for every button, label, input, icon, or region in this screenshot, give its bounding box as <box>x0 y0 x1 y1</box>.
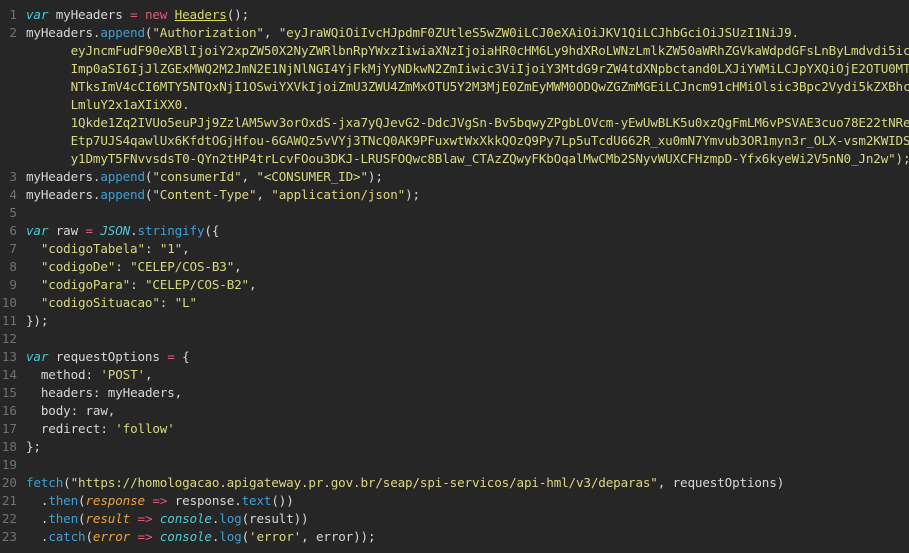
line-code: myHeaders.append("consumerId", "<CONSUME… <box>26 169 383 184</box>
line-number: 7 <box>9 241 17 256</box>
line-code: method: 'POST', <box>40 367 153 382</box>
line-code: var myHeaders = new Headers(); <box>26 7 249 22</box>
line-code: myHeaders.append("Authorization", "eyJra… <box>26 25 799 40</box>
line-code: 1Qkde1Zq2IVUo5euPJj9ZzlAM5wv3orOxdS-jxa7… <box>26 114 909 132</box>
code-line: 19 <box>0 456 909 474</box>
code-line-wrap: Etp7UJS4qawlUx6KfdtOGjHfou-6GAWQz5vVYj3T… <box>0 132 909 150</box>
code-line-wrap: y1DmyT5FNvvsdsT0-QYn2tHP4trLcvFOou3DKJ-L… <box>0 150 909 168</box>
code-line: 20 fetch("https://homologacao.apigateway… <box>0 474 909 492</box>
code-line: 10 "codigoSituacao": "L" <box>0 294 909 312</box>
code-line: 5 <box>0 204 909 222</box>
code-line: 15 headers: myHeaders, <box>0 384 909 402</box>
code-line: 22 .then(result => console.log(result)) <box>0 510 909 528</box>
line-code: "codigoDe": "CELEP/COS-B3", <box>40 259 242 274</box>
line-number: 4 <box>9 187 17 202</box>
code-line: 16 body: raw, <box>0 402 909 420</box>
line-code: }; <box>26 439 41 454</box>
code-line: 1 var myHeaders = new Headers(); <box>0 6 909 24</box>
line-number: 10 <box>1 295 17 310</box>
code-line: 17 redirect: 'follow' <box>0 420 909 438</box>
code-line: 21 .then(response => response.text()) <box>0 492 909 510</box>
line-number: 21 <box>1 493 17 508</box>
line-number: 8 <box>9 259 17 274</box>
jwt-payload-part: Imp0aSI6IjJlZGExMWQ2M2JmN2E1NjNlNGI4YjFk… <box>70 61 909 76</box>
line-number: 17 <box>1 421 17 436</box>
line-code: Imp0aSI6IjJlZGExMWQ2M2JmN2E1NjNlNGI4YjFk… <box>26 60 909 78</box>
line-code: headers: myHeaders, <box>40 385 183 400</box>
jwt-signature-end: y1DmyT5FNvvsdsT0-QYn2tHP4trLcvFOou3DKJ-L… <box>70 151 909 166</box>
code-line: 11 }); <box>0 312 909 330</box>
line-code: Etp7UJS4qawlUx6KfdtOGjHfou-6GAWQz5vVYj3T… <box>26 132 909 150</box>
line-number: 2 <box>9 25 17 40</box>
code-snippet-viewer[interactable]: 1 var myHeaders = new Headers(); 2 myHea… <box>0 0 909 553</box>
code-line-wrap: 1Qkde1Zq2IVUo5euPJj9ZzlAM5wv3orOxdS-jxa7… <box>0 114 909 132</box>
line-code: body: raw, <box>40 403 116 418</box>
line-code: "codigoTabela": "1", <box>40 241 190 256</box>
line-number: 3 <box>9 169 17 184</box>
code-line: 9 "codigoPara": "CELEP/COS-B2", <box>0 276 909 294</box>
line-number: 9 <box>9 277 17 292</box>
code-line-wrap: LmluY2x1aXIiXX0. <box>0 96 909 114</box>
line-number: 13 <box>1 349 17 364</box>
code-line-wrap: eyJncmFudF90eXBlIjoiY2xpZW50X2NyZWRlbnRp… <box>0 42 909 60</box>
code-line: 14 method: 'POST', <box>0 366 909 384</box>
code-line: 4 myHeaders.append("Content-Type", "appl… <box>0 186 909 204</box>
line-number: 11 <box>1 313 17 328</box>
line-code: y1DmyT5FNvvsdsT0-QYn2tHP4trLcvFOou3DKJ-L… <box>26 150 909 168</box>
line-code: redirect: 'follow' <box>40 421 175 436</box>
line-code: .then(response => response.text()) <box>40 493 294 508</box>
line-number: 16 <box>1 403 17 418</box>
line-code: "codigoSituacao": "L" <box>40 295 197 310</box>
line-code: NTksImV4cCI6MTY5NTQxNjI1OSwiYXVkIjoiZmU3… <box>26 78 909 96</box>
line-number: 1 <box>9 7 17 22</box>
line-code: }); <box>26 313 49 328</box>
code-line: 7 "codigoTabela": "1", <box>0 240 909 258</box>
line-code: eyJncmFudF90eXBlIjoiY2xpZW50X2NyZWRlbnRp… <box>26 42 909 60</box>
code-line: 13 var requestOptions = { <box>0 348 909 366</box>
code-line-wrap: Imp0aSI6IjJlZGExMWQ2M2JmN2E1NjNlNGI4YjFk… <box>0 60 909 78</box>
line-code: var raw = JSON.stringify({ <box>26 223 220 238</box>
line-number: 20 <box>1 475 17 490</box>
line-number: 15 <box>1 385 17 400</box>
code-line-wrap: NTksImV4cCI6MTY5NTQxNjI1OSwiYXVkIjoiZmU3… <box>0 78 909 96</box>
line-code: .catch(error => console.log('error', err… <box>40 529 376 544</box>
line-number: 19 <box>1 457 17 472</box>
line-code: LmluY2x1aXIiXX0. <box>26 96 909 114</box>
code-line: 23 .catch(error => console.log('error', … <box>0 528 909 546</box>
code-line: 2 myHeaders.append("Authorization", "eyJ… <box>0 24 909 42</box>
line-number: 14 <box>1 367 17 382</box>
line-code: fetch("https://homologacao.apigateway.pr… <box>26 475 785 490</box>
code-line: 12 <box>0 330 909 348</box>
code-line: 3 myHeaders.append("consumerId", "<CONSU… <box>0 168 909 186</box>
line-number: 12 <box>1 331 17 346</box>
jwt-payload-part: NTksImV4cCI6MTY5NTQxNjI1OSwiYXVkIjoiZmU3… <box>70 79 909 94</box>
line-code: myHeaders.append("Content-Type", "applic… <box>26 187 420 202</box>
line-number: 6 <box>9 223 17 238</box>
line-code: var requestOptions = { <box>26 349 190 364</box>
line-code: "codigoPara": "CELEP/COS-B2", <box>40 277 257 292</box>
jwt-payload-part: eyJncmFudF90eXBlIjoiY2xpZW50X2NyZWRlbnRp… <box>70 43 909 58</box>
line-number: 18 <box>1 439 17 454</box>
line-code: .then(result => console.log(result)) <box>40 511 309 526</box>
code-line: 8 "codigoDe": "CELEP/COS-B3", <box>0 258 909 276</box>
code-line: 6 var raw = JSON.stringify({ <box>0 222 909 240</box>
line-number: 22 <box>1 511 17 526</box>
line-number: 23 <box>1 529 17 544</box>
code-line: 18 }; <box>0 438 909 456</box>
jwt-signature-part: 1Qkde1Zq2IVUo5euPJj9ZzlAM5wv3orOxdS-jxa7… <box>70 115 909 130</box>
jwt-signature-part: Etp7UJS4qawlUx6KfdtOGjHfou-6GAWQz5vVYj3T… <box>70 133 909 148</box>
line-number: 5 <box>9 205 17 220</box>
jwt-payload-part: LmluY2x1aXIiXX0. <box>70 97 190 112</box>
